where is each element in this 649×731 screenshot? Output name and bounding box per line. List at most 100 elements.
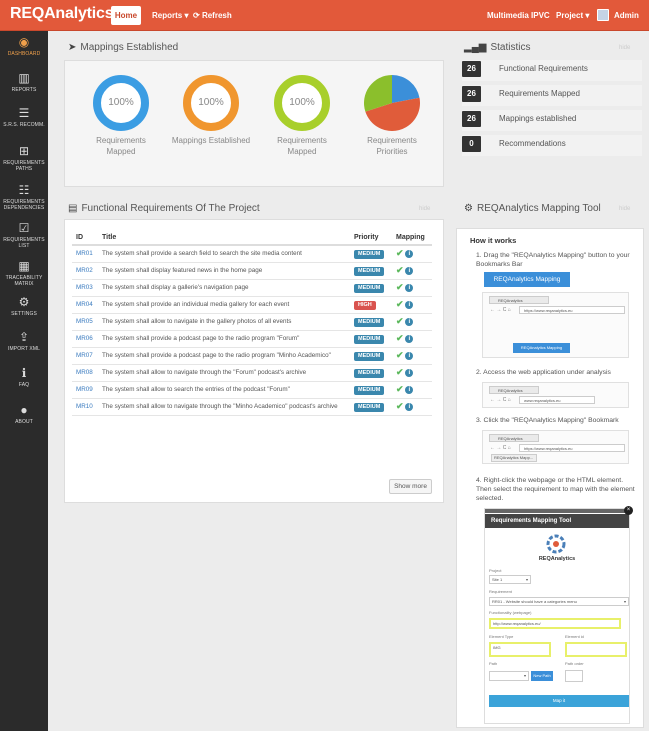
browser-nav-icons: ← → C ⌂	[490, 397, 511, 403]
col-priority: Priority	[350, 231, 392, 246]
table-row[interactable]: MR04 The system shall provide an individu…	[72, 296, 432, 314]
table-row[interactable]: MR06 The system shall provide a podcast p…	[72, 330, 432, 348]
path-order-input[interactable]	[565, 670, 583, 682]
table-row[interactable]: MR01 The system shall provide a search fi…	[72, 245, 432, 263]
requirements-hide-toggle[interactable]: hide	[419, 206, 430, 212]
table-row[interactable]: MR02 The system shall display featured ne…	[72, 262, 432, 280]
url-input[interactable]: http://www.reqanalytics.eu/	[489, 618, 621, 629]
info-icon[interactable]: i	[405, 369, 414, 377]
nav-refresh[interactable]: ⟳ Refresh	[193, 6, 232, 25]
brand-logo[interactable]: REQAnalytics	[10, 5, 114, 23]
table-row[interactable]: MR08 The system shall allow to navigate t…	[72, 364, 432, 382]
dashboard-icon: ◉	[18, 35, 30, 49]
sidebar-item-requirements-paths[interactable]: ⊞ REQUIREMENTS PATHS	[0, 144, 48, 180]
info-icon[interactable]: i	[405, 352, 414, 360]
path-select[interactable]: ▾	[489, 671, 529, 681]
sidebar-item-s-r-s-recomm[interactable]: ☰ S.R.S. RECOMM.	[0, 106, 48, 142]
pie-label: Requirements Priorities	[367, 136, 417, 156]
sidebar-item-dashboard[interactable]: ◉ DASHBOARD	[0, 35, 48, 71]
info-icon[interactable]: i	[405, 301, 414, 309]
reqanalytics-logo-icon	[546, 534, 566, 554]
list-icon: ☰	[18, 106, 30, 120]
user-avatar[interactable]	[597, 9, 609, 21]
info-icon[interactable]: i	[405, 403, 414, 411]
sidebar-item-requirements-list[interactable]: ☑ REQUIREMENTS LIST	[0, 221, 48, 257]
requirement-select[interactable]: RR01 - Website should have a categories …	[489, 597, 629, 606]
requirement-title: The system shall display featured news i…	[98, 262, 350, 280]
nav-project[interactable]: Project ▾	[556, 6, 589, 25]
statistic-row: 26 Mappings established	[462, 110, 642, 131]
sidebar-item-requirements-dependencies[interactable]: ☷ REQUIREMENTS DEPENDENCIES	[0, 183, 48, 219]
upload-icon: ⇪	[18, 330, 30, 344]
info-icon[interactable]: i	[405, 386, 414, 394]
table-row[interactable]: MR03 The system shall display a gallerie'…	[72, 279, 432, 297]
priority-badge: MEDIUM	[354, 284, 385, 293]
show-more-button[interactable]: Show more	[389, 479, 432, 494]
requirement-id[interactable]: MR01	[72, 245, 98, 263]
sidebar-item-settings[interactable]: ⚙ SETTINGS	[0, 295, 48, 331]
requirement-title: The system shall allow to navigate throu…	[98, 364, 350, 382]
sidebar-item-faq[interactable]: ℹ FAQ	[0, 366, 48, 402]
dialog-title: Requirements Mapping Tool	[485, 514, 629, 528]
dialog-topbar	[485, 509, 629, 513]
requirement-id[interactable]: MR07	[72, 347, 98, 365]
sidebar-item-label: REPORTS	[11, 87, 37, 93]
requirements-mapped-circle-2: 100%	[274, 75, 330, 131]
element-type-input[interactable]: IMG	[489, 642, 551, 657]
reqanalytics-bookmarklet-button[interactable]: REQAnalytics Mapping	[484, 272, 570, 287]
requirement-title: The system shall allow to navigate throu…	[98, 398, 350, 416]
sitemap-icon: ⊞	[18, 144, 30, 158]
priority-cell: HIGH	[350, 296, 392, 314]
requirement-id[interactable]: MR10	[72, 398, 98, 416]
requirement-id[interactable]: MR05	[72, 313, 98, 331]
requirement-label: Requirement	[489, 589, 512, 594]
url-label: Functionality (webpage)	[489, 610, 532, 615]
step-2: 2. Access the web application under anal…	[476, 369, 611, 376]
sidebar-item-import-xml[interactable]: ⇪ IMPORT XML	[0, 330, 48, 366]
sidebar-item-label: REQUIREMENTS PATHS	[3, 160, 45, 172]
requirement-id[interactable]: MR02	[72, 262, 98, 280]
close-icon[interactable]: ×	[624, 506, 633, 515]
sidebar-item-reports[interactable]: ▥ REPORTS	[0, 71, 48, 107]
map-it-button[interactable]: Map it	[489, 695, 629, 707]
sidebar-item-about[interactable]: ● ABOUT	[0, 403, 48, 439]
nav-reports[interactable]: Reports ▾	[152, 6, 188, 25]
new-path-button[interactable]: New Path	[531, 671, 553, 681]
requirement-title: The system shall allow to search the ent…	[98, 381, 350, 399]
refresh-icon: ⟳	[193, 11, 200, 20]
statistics-hide-toggle[interactable]: hide	[619, 45, 630, 51]
nav-workspace[interactable]: Multimedia IPVC	[487, 6, 550, 25]
project-select[interactable]: Site 1 ▾	[489, 575, 531, 584]
element-id-input[interactable]	[565, 642, 627, 657]
check-icon: ✔	[396, 282, 404, 292]
table-row[interactable]: MR07 The system shall provide a podcast p…	[72, 347, 432, 365]
circle-label: Requirements Mapped	[96, 136, 146, 156]
priority-badge: MEDIUM	[354, 318, 385, 327]
requirement-id[interactable]: MR03	[72, 279, 98, 297]
requirement-id[interactable]: MR08	[72, 364, 98, 382]
caret-down-icon: ▾	[623, 599, 626, 604]
nav-home[interactable]: Home	[111, 6, 141, 25]
nav-user[interactable]: Admin	[614, 6, 639, 25]
info-icon[interactable]: i	[405, 284, 414, 292]
mapping-cell: ✔ i	[392, 313, 432, 331]
check-icon: ✔	[396, 333, 404, 343]
table-row[interactable]: MR09 The system shall allow to search the…	[72, 381, 432, 399]
info-icon[interactable]: i	[405, 335, 414, 343]
sidebar-item-label: DASHBOARD	[7, 51, 41, 57]
info-icon[interactable]: i	[405, 267, 414, 275]
table-row[interactable]: MR05 The system shall allow to navigate i…	[72, 313, 432, 331]
sidebar-item-traceability-matrix[interactable]: ▦ TRACEABILITY MATRIX	[0, 259, 48, 295]
caret-down-icon: ▾	[184, 11, 189, 20]
browser-tab: REQAnalytics	[489, 386, 539, 394]
bar-chart-icon: ▥	[18, 71, 30, 85]
table-row[interactable]: MR10 The system shall allow to navigate t…	[72, 398, 432, 416]
requirement-id[interactable]: MR09	[72, 381, 98, 399]
requirement-id[interactable]: MR04	[72, 296, 98, 314]
circle-label: Mappings Established	[171, 136, 251, 145]
requirement-id[interactable]: MR06	[72, 330, 98, 348]
info-icon[interactable]: i	[405, 250, 414, 258]
info-icon[interactable]: i	[405, 318, 414, 326]
browser-nav-icons: ← → C ⌂	[490, 445, 511, 451]
tool-hide-toggle[interactable]: hide	[619, 206, 630, 212]
